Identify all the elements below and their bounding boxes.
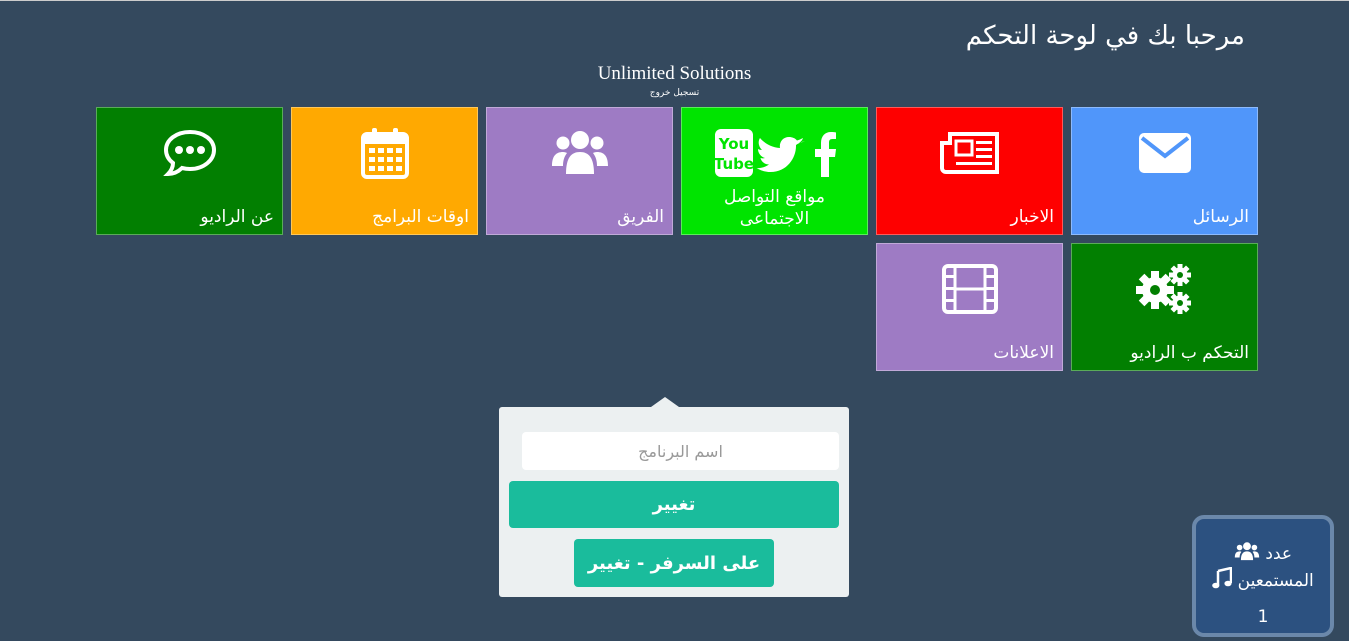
calendar-icon (292, 126, 477, 180)
users-icon (1234, 541, 1260, 566)
listeners-count: 1 (1257, 607, 1269, 627)
program-name-input[interactable] (522, 432, 839, 470)
tile-label: الاعلانات (993, 343, 1054, 363)
svg-text:Tube: Tube (713, 155, 753, 173)
tile-label: اوقات البرامج (372, 207, 469, 227)
envelope-icon (1072, 126, 1257, 180)
tile-social-media[interactable]: You Tube مواقع التواصل الاجتماعى (681, 107, 868, 235)
tile-label: التحكم ب الراديو (1130, 343, 1249, 363)
tile-messages[interactable]: الرسائل (1071, 107, 1258, 235)
tile-team[interactable]: الفريق (486, 107, 673, 235)
gears-icon (1072, 262, 1257, 316)
logout-link[interactable]: تسجيل خروج (0, 88, 1349, 98)
newspaper-icon (877, 126, 1062, 180)
users-icon (487, 126, 672, 180)
listeners-title: عدد (1265, 544, 1293, 564)
tile-about-radio[interactable]: عن الراديو (96, 107, 283, 235)
program-name-popover: تغيير على السرفر - تغيير (499, 397, 849, 597)
tile-label: الاخبار (1010, 207, 1054, 227)
film-icon (877, 262, 1062, 316)
listeners-counter: عدد المستمعين 1 (1192, 515, 1334, 637)
social-media-icon: You Tube (682, 126, 867, 180)
tile-schedule[interactable]: اوقات البرامج (291, 107, 478, 235)
svg-text:You: You (717, 135, 748, 153)
listeners-subtitle: المستمعين (1237, 571, 1314, 591)
tile-label: مواقع التواصل الاجتماعى (723, 187, 826, 229)
tile-radio-control[interactable]: التحكم ب الراديو (1071, 243, 1258, 371)
music-note-icon (1212, 566, 1233, 594)
welcome-title: مرحبا بك في لوحة التحكم (965, 21, 1245, 51)
popover-arrow (651, 397, 679, 407)
comment-dots-icon (97, 126, 282, 180)
tile-label: عن الراديو (200, 207, 274, 227)
tile-ads[interactable]: الاعلانات (876, 243, 1063, 371)
tile-label: الفريق (617, 207, 664, 227)
tile-news[interactable]: الاخبار (876, 107, 1063, 235)
change-button[interactable]: تغيير (509, 481, 839, 528)
tile-label: الرسائل (1192, 207, 1249, 227)
brand-name: Unlimited Solutions (597, 63, 752, 84)
server-change-button[interactable]: على السرفر - تغيير (574, 539, 774, 587)
